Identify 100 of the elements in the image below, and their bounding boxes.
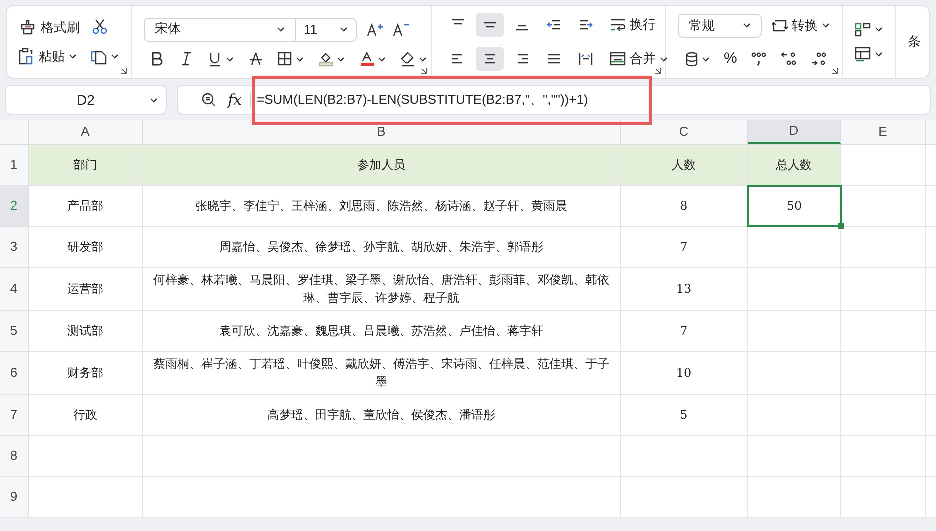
number-format-dropdown[interactable]: 常规 xyxy=(678,14,762,38)
caret-icon xyxy=(150,98,158,102)
cell-text: 7 xyxy=(679,323,689,340)
italic-icon xyxy=(179,52,193,66)
cell-text: 10 xyxy=(675,365,693,382)
borders-icon xyxy=(278,52,292,66)
caret-icon xyxy=(875,52,883,56)
cell-text: 50 xyxy=(786,198,804,215)
borders-button[interactable] xyxy=(278,52,304,66)
underline-icon xyxy=(208,52,222,66)
cell-text: 5 xyxy=(679,407,689,424)
caret-icon xyxy=(875,27,883,32)
table-icon xyxy=(855,46,871,62)
align-center-button[interactable] xyxy=(476,47,504,71)
header-text: 人数 xyxy=(671,157,697,174)
expand-icon[interactable] xyxy=(421,68,427,74)
row-header[interactable]: 9 xyxy=(0,477,29,517)
eraser-icon xyxy=(401,52,415,66)
column-header[interactable]: A xyxy=(29,120,143,144)
align-middle-icon xyxy=(483,22,497,28)
align-indent-icon xyxy=(579,18,593,32)
thousands-separator-icon[interactable] xyxy=(751,52,768,66)
fill-color-icon xyxy=(319,52,333,66)
database-icon xyxy=(686,52,698,66)
font-grow-icon[interactable] xyxy=(367,22,383,36)
formula-text[interactable]: =SUM(LEN(B2:B7)-LEN(SUBSTITUTE(B2:B7,"、",""))+1) xyxy=(257,90,588,110)
align-middle-button[interactable] xyxy=(476,13,504,37)
align-justify-icon xyxy=(547,52,561,66)
caret-icon xyxy=(340,27,348,32)
header-text: 参加人员 xyxy=(356,157,406,174)
expand-icon[interactable] xyxy=(832,68,838,74)
cell-text: 蔡雨桐、崔子涵、丁若瑶、叶俊熙、戴欣妍、傅浩宇、宋诗雨、任梓晨、范佳琪、于子墨 xyxy=(152,356,610,391)
cell-text: 测试部 xyxy=(66,323,104,340)
align-center-icon xyxy=(483,52,497,66)
cell-text: 8 xyxy=(679,198,689,215)
font-name-dropdown[interactable]: 宋体 xyxy=(145,18,296,40)
selected-cell[interactable]: 50 xyxy=(748,186,841,226)
caret-icon xyxy=(743,23,751,28)
header-text: 部门 xyxy=(72,157,98,174)
caret-icon xyxy=(378,56,386,62)
zoom-icon[interactable] xyxy=(202,93,216,107)
caret-icon xyxy=(660,56,668,62)
caret-icon xyxy=(337,56,345,62)
merge-icon xyxy=(610,52,626,66)
row-header[interactable]: 7 xyxy=(0,395,29,435)
align-right-icon xyxy=(515,52,529,66)
caret-icon xyxy=(69,54,77,60)
conditional-format-button[interactable]: 条 xyxy=(908,32,921,52)
cell-text: 产品部 xyxy=(66,198,104,215)
eraser-button[interactable] xyxy=(401,52,427,66)
column-header[interactable]: E xyxy=(841,120,926,144)
caret-icon xyxy=(226,56,234,62)
column-header[interactable]: D xyxy=(748,120,841,144)
decrease-decimal-icon[interactable] xyxy=(781,52,798,66)
cell-text: 7 xyxy=(679,239,689,256)
font-color-button[interactable] xyxy=(360,52,386,66)
cell-style-button[interactable] xyxy=(855,22,883,36)
cell-text: 周嘉怡、吴俊杰、徐梦瑶、孙宇航、胡欣妍、朱浩宇、郭语彤 xyxy=(218,239,544,256)
font-color-icon xyxy=(360,52,374,66)
fill-color-button[interactable] xyxy=(319,52,345,66)
strikethrough-button[interactable] xyxy=(249,52,263,66)
row-header[interactable]: 3 xyxy=(0,227,29,267)
brush-icon xyxy=(19,19,37,36)
currency-button[interactable] xyxy=(686,52,710,66)
cell-text: 张晓宇、李佳宁、王梓涵、刘思雨、陈浩然、杨诗涵、赵子轩、黄雨晨 xyxy=(194,198,568,215)
header-text: 总人数 xyxy=(775,157,813,174)
paste-button[interactable]: 粘贴 xyxy=(19,47,77,66)
format-painter-button[interactable]: 格式刷 xyxy=(19,18,80,37)
increase-decimal-icon[interactable] xyxy=(811,52,828,66)
expand-icon[interactable] xyxy=(121,68,127,74)
row-header[interactable]: 4 xyxy=(0,268,29,310)
wrap-text-button[interactable]: 换行 xyxy=(610,15,656,35)
convert-button[interactable]: 转换 xyxy=(772,16,830,36)
function-label[interactable]: fx xyxy=(228,88,242,112)
fill-handle[interactable] xyxy=(838,223,844,229)
cell-text: 何梓豪、林若曦、马晨阳、罗佳琪、梁子墨、谢欣怡、唐浩轩、彭雨菲、邓俊凯、韩依琳、曹宇辰、许梦婷、程子航 xyxy=(152,272,610,307)
strikethrough-icon xyxy=(249,52,263,66)
font-shrink-icon[interactable] xyxy=(393,22,409,36)
name-box[interactable]: D2 xyxy=(5,85,167,115)
align-distribute-icon xyxy=(579,52,593,66)
italic-button[interactable] xyxy=(179,52,193,66)
percent-button[interactable]: % xyxy=(724,48,738,70)
convert-icon xyxy=(772,18,788,33)
expand-icon[interactable] xyxy=(655,68,661,74)
cell-text: 袁可欣、沈嘉豪、魏思琪、吕晨曦、苏浩然、卢佳怡、蒋宇轩 xyxy=(218,323,544,340)
row-header[interactable]: 6 xyxy=(0,352,29,394)
caret-icon xyxy=(277,27,285,32)
underline-button[interactable] xyxy=(208,52,234,66)
table-style-button[interactable] xyxy=(855,46,883,62)
caret-icon xyxy=(702,56,710,62)
align-top-icon xyxy=(451,19,465,25)
row-header[interactable]: 1 xyxy=(0,145,29,185)
font-size-dropdown[interactable]: 11 xyxy=(296,18,356,40)
row-header[interactable]: 8 xyxy=(0,436,29,476)
scissors-icon[interactable] xyxy=(92,19,108,36)
merge-button[interactable]: 合并 xyxy=(610,49,668,69)
column-header[interactable]: B xyxy=(143,120,621,144)
caret-icon xyxy=(419,56,427,62)
row-header[interactable]: 5 xyxy=(0,311,29,351)
bold-button[interactable] xyxy=(150,52,164,66)
